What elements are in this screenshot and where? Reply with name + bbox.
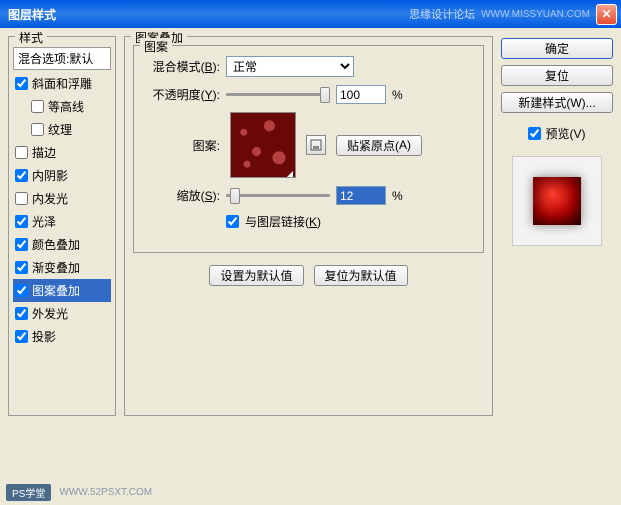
- style-checkbox[interactable]: [15, 307, 28, 320]
- styles-panel: 样式 混合选项:默认斜面和浮雕等高线纹理描边内阴影内发光光泽颜色叠加渐变叠加图案…: [8, 36, 116, 470]
- slider-thumb[interactable]: [230, 188, 240, 204]
- opacity-unit: %: [392, 88, 403, 102]
- style-item-2[interactable]: 等高线: [13, 95, 111, 118]
- style-item-4[interactable]: 描边: [13, 141, 111, 164]
- style-label: 投影: [32, 328, 56, 345]
- style-checkbox[interactable]: [15, 169, 28, 182]
- style-checkbox[interactable]: [15, 215, 28, 228]
- style-label: 外发光: [32, 305, 68, 322]
- style-checkbox[interactable]: [15, 146, 28, 159]
- style-label: 纹理: [48, 121, 72, 138]
- style-checkbox[interactable]: [31, 100, 44, 113]
- right-panel: 确定 复位 新建样式(W)... 预览(V): [501, 36, 613, 470]
- pattern-label: 图案:: [142, 137, 220, 154]
- style-item-7[interactable]: 光泽: [13, 210, 111, 233]
- brand-url: WWW.MISSYUAN.COM: [481, 9, 590, 20]
- style-checkbox[interactable]: [15, 284, 28, 297]
- style-checkbox[interactable]: [15, 261, 28, 274]
- opacity-row: 不透明度(Y): %: [142, 85, 475, 104]
- pattern-inner-legend: 图案: [140, 38, 172, 55]
- pattern-swatch-row: 图案: 贴紧原点(A): [142, 112, 475, 178]
- style-item-6[interactable]: 内发光: [13, 187, 111, 210]
- styles-legend: 样式: [15, 29, 47, 46]
- new-preset-icon: [310, 139, 322, 151]
- style-label: 颜色叠加: [32, 236, 80, 253]
- close-button[interactable]: ✕: [596, 4, 617, 25]
- center-panel: 图案叠加 图案 混合模式(B): 正常 不透明度(Y): % 图案:: [124, 36, 493, 470]
- cancel-button[interactable]: 复位: [501, 65, 613, 86]
- style-item-5[interactable]: 内阴影: [13, 164, 111, 187]
- opacity-input[interactable]: [336, 85, 386, 104]
- style-checkbox[interactable]: [15, 330, 28, 343]
- style-label: 内发光: [32, 190, 68, 207]
- chevron-down-icon: [287, 171, 293, 177]
- titlebar: 图层样式 思缘设计论坛 WWW.MISSYUAN.COM ✕: [0, 0, 621, 28]
- style-item-0[interactable]: 混合选项:默认: [13, 47, 111, 70]
- link-with-layer-checkbox[interactable]: [226, 215, 239, 228]
- style-label: 混合选项:默认: [18, 50, 93, 67]
- window-title: 图层样式: [4, 6, 409, 23]
- preview-thumbnail: [533, 177, 581, 225]
- style-list: 混合选项:默认斜面和浮雕等高线纹理描边内阴影内发光光泽颜色叠加渐变叠加图案叠加外…: [13, 47, 111, 348]
- slider-thumb[interactable]: [320, 87, 330, 103]
- link-row: 与图层链接(K): [142, 213, 475, 230]
- styles-group: 样式 混合选项:默认斜面和浮雕等高线纹理描边内阴影内发光光泽颜色叠加渐变叠加图案…: [8, 36, 116, 416]
- ok-button[interactable]: 确定: [501, 38, 613, 59]
- opacity-label: 不透明度(Y):: [142, 86, 220, 103]
- scale-unit: %: [392, 189, 403, 203]
- style-checkbox[interactable]: [31, 123, 44, 136]
- scale-label: 缩放(S):: [142, 187, 220, 204]
- blend-mode-select[interactable]: 正常: [226, 56, 354, 77]
- close-icon: ✕: [601, 7, 611, 21]
- snap-origin-button[interactable]: 贴紧原点(A): [336, 135, 422, 156]
- blend-mode-label: 混合模式(B):: [142, 58, 220, 75]
- blend-mode-row: 混合模式(B): 正常: [142, 56, 475, 77]
- preview-row: 预览(V): [501, 125, 613, 142]
- set-default-button[interactable]: 设置为默认值: [209, 265, 303, 286]
- footer-watermark: PS学堂 WWW.52PSXT.COM: [6, 484, 152, 501]
- style-label: 描边: [32, 144, 56, 161]
- style-item-9[interactable]: 渐变叠加: [13, 256, 111, 279]
- style-item-3[interactable]: 纹理: [13, 118, 111, 141]
- style-label: 光泽: [32, 213, 56, 230]
- scale-slider[interactable]: [226, 187, 330, 205]
- scale-row: 缩放(S): %: [142, 186, 475, 205]
- new-preset-button[interactable]: [306, 135, 326, 155]
- style-label: 图案叠加: [32, 282, 80, 299]
- footer-url: WWW.52PSXT.COM: [59, 487, 152, 498]
- style-label: 渐变叠加: [32, 259, 80, 276]
- style-item-11[interactable]: 外发光: [13, 302, 111, 325]
- preview-box: [512, 156, 602, 246]
- pattern-inner-group: 图案 混合模式(B): 正常 不透明度(Y): % 图案:: [133, 45, 484, 253]
- defaults-row: 设置为默认值 复位为默认值: [133, 265, 484, 286]
- opacity-slider[interactable]: [226, 86, 330, 104]
- style-item-1[interactable]: 斜面和浮雕: [13, 72, 111, 95]
- footer-tag: PS学堂: [6, 484, 51, 501]
- preview-checkbox[interactable]: [528, 127, 541, 140]
- style-label: 内阴影: [32, 167, 68, 184]
- reset-default-button[interactable]: 复位为默认值: [314, 265, 408, 286]
- style-item-8[interactable]: 颜色叠加: [13, 233, 111, 256]
- brand-text: 思缘设计论坛: [409, 6, 475, 22]
- style-item-10[interactable]: 图案叠加: [13, 279, 111, 302]
- style-checkbox[interactable]: [15, 77, 28, 90]
- pattern-swatch[interactable]: [230, 112, 296, 178]
- style-checkbox[interactable]: [15, 238, 28, 251]
- preview-label: 预览(V): [545, 125, 585, 142]
- scale-input[interactable]: [336, 186, 386, 205]
- new-style-button[interactable]: 新建样式(W)...: [501, 92, 613, 113]
- link-with-layer-label: 与图层链接(K): [245, 213, 321, 230]
- dialog-body: 样式 混合选项:默认斜面和浮雕等高线纹理描边内阴影内发光光泽颜色叠加渐变叠加图案…: [0, 28, 621, 478]
- style-label: 等高线: [48, 98, 84, 115]
- style-item-12[interactable]: 投影: [13, 325, 111, 348]
- style-checkbox[interactable]: [15, 192, 28, 205]
- pattern-overlay-group: 图案叠加 图案 混合模式(B): 正常 不透明度(Y): % 图案:: [124, 36, 493, 416]
- style-label: 斜面和浮雕: [32, 75, 92, 92]
